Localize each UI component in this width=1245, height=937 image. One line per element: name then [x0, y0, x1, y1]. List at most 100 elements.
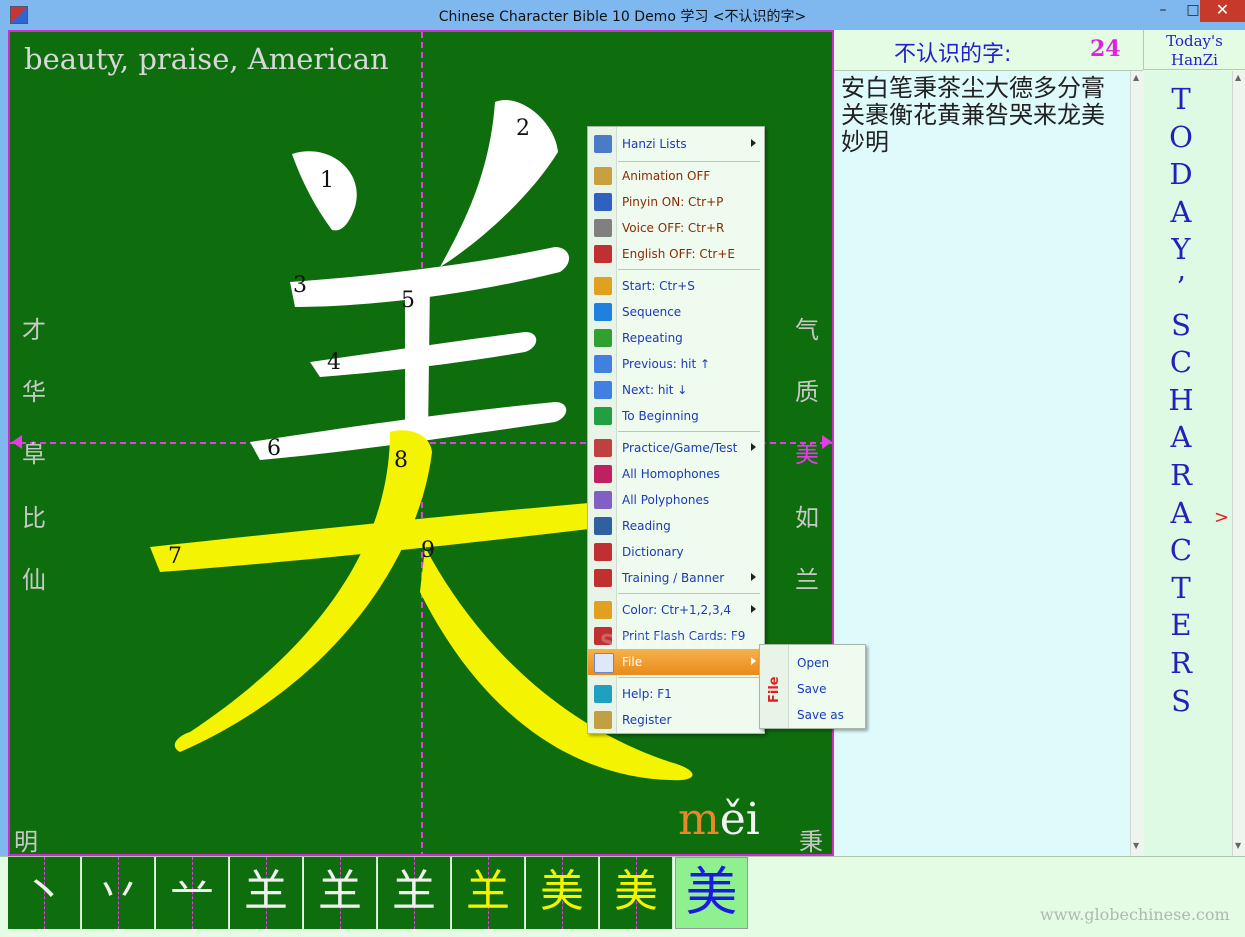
right-word-char[interactable]: 如: [795, 498, 819, 533]
menu-item-hanzi-lists[interactable]: Hanzi Lists: [588, 131, 764, 157]
todays-scrollbar[interactable]: ▲ ▼: [1232, 71, 1245, 856]
voice-icon: [594, 219, 612, 237]
right-word-char-current[interactable]: 美: [795, 434, 819, 469]
menu-item-homophones[interactable]: All Homophones: [588, 461, 764, 487]
stroke-8: [174, 430, 432, 752]
practice-icon: [594, 439, 612, 457]
submenu-arrow-icon: [751, 443, 756, 451]
menu-item-repeating[interactable]: Repeating: [588, 325, 764, 351]
hanzi-lists-icon: [594, 135, 612, 153]
scroll-up-icon[interactable]: ▲: [1133, 73, 1139, 82]
todays-characters-column[interactable]: T O D A Y ’ S C H A R A C T E R S >: [1144, 71, 1232, 856]
dictionary-icon: [594, 543, 612, 561]
file-submenu: File Open Save Save as: [759, 644, 866, 729]
todays-hanzi-line1: Today's: [1166, 32, 1223, 50]
left-word-char[interactable]: 明: [14, 822, 38, 854]
file-save-as-item[interactable]: Save as: [797, 708, 844, 722]
stroke-number-8: 8: [394, 448, 408, 473]
unknown-characters-text[interactable]: 安白笔秉茶尘大德多分膏关裹衡花黄兼咎哭来龙美妙明: [841, 75, 1126, 156]
register-icon: [594, 711, 612, 729]
title-bar: Chinese Character Bible 10 Demo 学习 <不认识的…: [0, 0, 1245, 30]
stroke-number-2: 2: [516, 116, 530, 141]
scroll-down-icon[interactable]: ▼: [1133, 841, 1139, 850]
unknown-header: 不认识的字: 24: [834, 30, 1143, 71]
menu-item-color[interactable]: Color: Ctr+1,2,3,4: [588, 597, 764, 623]
menu-item-animation[interactable]: Animation OFF: [588, 163, 764, 189]
vertical-letter: A: [1170, 495, 1192, 530]
menu-item-voice[interactable]: Voice OFF: Ctr+R: [588, 215, 764, 241]
vertical-letter: C: [1169, 533, 1193, 568]
animation-icon: [594, 167, 612, 185]
todays-hanzi-line2: HanZi: [1171, 51, 1218, 69]
website-url[interactable]: www.globechinese.com: [1040, 905, 1230, 924]
menu-item-pinyin[interactable]: Pinyin ON: Ctr+P: [588, 189, 764, 215]
submenu-arrow-icon: [751, 573, 756, 581]
left-word-char[interactable]: 才: [22, 310, 46, 345]
right-word-char[interactable]: 秉: [799, 822, 823, 854]
pinyin-label: měi: [678, 794, 760, 845]
menu-item-register[interactable]: Register: [588, 707, 764, 733]
watermark: SOFTPEDIA: [600, 630, 745, 654]
stroke-tile[interactable]: 䒑: [156, 857, 229, 929]
stroke-number-1: 1: [320, 168, 334, 193]
stroke-number-6: 6: [267, 436, 281, 461]
vertical-letter: E: [1170, 608, 1192, 643]
stroke-tile[interactable]: 丷: [82, 857, 155, 929]
stroke-number-9: 9: [421, 538, 435, 563]
stroke-tile[interactable]: 丶: [8, 857, 81, 929]
menu-item-english[interactable]: English OFF: Ctr+E: [588, 241, 764, 267]
right-word-char[interactable]: 质: [795, 372, 819, 407]
stroke-number-7: 7: [168, 544, 182, 569]
menu-item-to-beginning[interactable]: To Beginning: [588, 403, 764, 429]
color-icon: [594, 601, 612, 619]
stroke-tile[interactable]: 𦍌: [230, 857, 303, 929]
pinyin-icon: [594, 193, 612, 211]
left-word-char[interactable]: 阜: [22, 434, 46, 469]
right-word-char[interactable]: 兰: [795, 560, 819, 595]
menu-item-reading[interactable]: Reading: [588, 513, 764, 539]
stroke-tile[interactable]: 𦍌: [304, 857, 377, 929]
stroke-tile-final[interactable]: 美: [675, 857, 748, 929]
menu-item-dictionary[interactable]: Dictionary: [588, 539, 764, 565]
stroke-order-strip: 丶 丷 䒑 𦍌 𦍌 𦍌 𦍌 美 美 美 www.globechinese.com: [0, 856, 1245, 937]
file-save-item[interactable]: Save: [797, 682, 826, 696]
right-word-char[interactable]: 气: [795, 310, 819, 345]
menu-item-help[interactable]: Help: F1: [588, 681, 764, 707]
list-scrollbar[interactable]: ▲ ▼: [1130, 71, 1144, 856]
vertical-letter: A: [1170, 194, 1192, 229]
help-icon: [594, 685, 612, 703]
menu-item-start[interactable]: Start: Ctr+S: [588, 273, 764, 299]
left-word-char[interactable]: 比: [22, 498, 46, 533]
todays-hanzi-header[interactable]: Today's HanZi: [1143, 30, 1245, 70]
to-beginning-icon: [594, 407, 612, 425]
vertical-letter: ’: [1176, 269, 1186, 304]
expand-arrow[interactable]: >: [1214, 507, 1229, 528]
left-word-char[interactable]: 华: [22, 372, 46, 407]
vertical-letter: C: [1169, 345, 1193, 380]
menu-item-polyphones[interactable]: All Polyphones: [588, 487, 764, 513]
menu-item-practice[interactable]: Practice/Game/Test: [588, 435, 764, 461]
left-word-char[interactable]: 仙: [22, 560, 46, 595]
vertical-letter: Y: [1171, 232, 1191, 267]
file-submenu-side-label: File: [767, 676, 782, 703]
window-title: Chinese Character Bible 10 Demo 学习 <不认识的…: [438, 9, 807, 25]
close-button[interactable]: ✕: [1200, 0, 1245, 22]
scroll-down-icon[interactable]: ▼: [1235, 841, 1241, 850]
stroke-tile[interactable]: 𦍌: [378, 857, 451, 929]
menu-item-training[interactable]: Training / Banner: [588, 565, 764, 591]
vertical-letter: S: [1171, 683, 1191, 718]
file-open-item[interactable]: Open: [797, 656, 829, 670]
vertical-letter: D: [1169, 157, 1193, 192]
sequence-icon: [594, 303, 612, 321]
stroke-tile[interactable]: 美: [526, 857, 599, 929]
scroll-up-icon[interactable]: ▲: [1235, 73, 1241, 82]
polyphones-icon: [594, 491, 612, 509]
menu-item-sequence[interactable]: Sequence: [588, 299, 764, 325]
menu-item-next[interactable]: Next: hit ↓: [588, 377, 764, 403]
minimize-button[interactable]: –: [1148, 0, 1178, 22]
stroke-tile[interactable]: 美: [600, 857, 673, 929]
menu-item-previous[interactable]: Previous: hit ↑: [588, 351, 764, 377]
unknown-characters-list[interactable]: 安白笔秉茶尘大德多分膏关裹衡花黄兼咎哭来龙美妙明: [834, 71, 1130, 856]
vertical-letter: H: [1168, 382, 1194, 417]
stroke-tile[interactable]: 𦍌: [452, 857, 525, 929]
